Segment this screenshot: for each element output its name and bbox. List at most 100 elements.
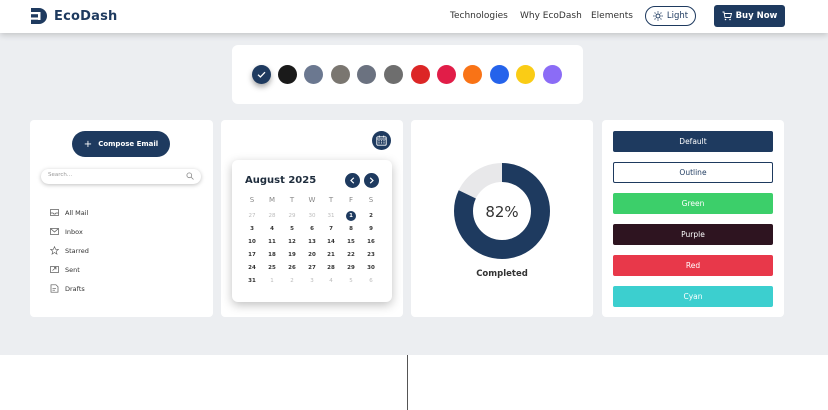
calendar-day[interactable]: 28 <box>321 265 341 271</box>
color-swatch[interactable] <box>516 65 535 84</box>
calendar-day[interactable]: 5 <box>282 226 302 232</box>
calendar-day[interactable]: 22 <box>341 252 361 258</box>
logo-icon <box>29 8 47 24</box>
divider-line <box>407 355 408 410</box>
calendar-day[interactable]: 26 <box>282 265 302 271</box>
calendar-day[interactable]: 27 <box>242 213 262 219</box>
nav-link-why-ecodash[interactable]: Why EcoDash <box>520 11 582 21</box>
color-swatch[interactable] <box>437 65 456 84</box>
purple-button[interactable]: Purple <box>613 224 773 245</box>
mail-folder-label: Sent <box>65 265 80 274</box>
mail-folder-sent[interactable]: Sent <box>50 265 80 274</box>
calendar-day[interactable]: 27 <box>302 265 322 271</box>
chevron-left-icon <box>350 177 355 184</box>
calendar-day[interactable]: 6 <box>361 278 381 284</box>
chevron-right-icon <box>369 177 374 184</box>
default-button[interactable]: Default <box>613 131 773 152</box>
mail-folder-drafts[interactable]: Drafts <box>50 284 85 293</box>
calendar-day[interactable]: 2 <box>282 278 302 284</box>
calendar-day[interactable]: 3 <box>302 278 322 284</box>
calendar-month-title: August 2025 <box>245 175 317 186</box>
check-icon <box>257 71 266 78</box>
color-swatch[interactable] <box>411 65 430 84</box>
color-swatch[interactable] <box>278 65 297 84</box>
mail-folder-label: Inbox <box>65 227 83 236</box>
calendar-day[interactable]: 20 <box>302 252 322 258</box>
calendar-day[interactable]: 4 <box>262 226 282 232</box>
send-icon <box>50 266 59 273</box>
calendar-day[interactable]: 6 <box>302 226 322 232</box>
mail-folder-label: All Mail <box>65 208 89 217</box>
calendar-day[interactable]: 30 <box>361 265 381 271</box>
nav-link-technologies[interactable]: Technologies <box>450 11 508 21</box>
calendar-day[interactable]: 10 <box>242 239 262 245</box>
color-swatch[interactable] <box>357 65 376 84</box>
calendar-day[interactable]: 4 <box>321 278 341 284</box>
cart-icon <box>722 11 732 21</box>
calendar-day[interactable]: 29 <box>341 265 361 271</box>
sun-icon <box>653 11 663 21</box>
weekday-label: S <box>368 196 374 204</box>
calendar-day[interactable]: 19 <box>282 252 302 258</box>
calendar-day[interactable]: 1 <box>262 278 282 284</box>
calendar-day[interactable]: 12 <box>282 239 302 245</box>
color-swatch[interactable] <box>543 65 562 84</box>
calendar-day[interactable]: 21 <box>321 252 341 258</box>
draft-icon <box>50 284 59 293</box>
weekday-label: T <box>328 196 334 204</box>
red-button[interactable]: Red <box>613 255 773 276</box>
calendar-day[interactable]: 17 <box>242 252 262 258</box>
calendar-day-selected[interactable]: 1 <box>341 213 361 219</box>
calendar-day[interactable]: 25 <box>262 265 282 271</box>
calendar-day[interactable]: 29 <box>282 213 302 219</box>
calendar-day[interactable]: 16 <box>361 239 381 245</box>
weekday-label: M <box>268 196 276 204</box>
weekday-label: T <box>289 196 295 204</box>
calendar-day[interactable]: 31 <box>321 213 341 219</box>
calendar-day[interactable]: 18 <box>262 252 282 258</box>
calendar-next-button[interactable] <box>364 173 379 188</box>
calendar-day[interactable]: 30 <box>302 213 322 219</box>
calendar-day[interactable]: 11 <box>262 239 282 245</box>
calendar-day[interactable]: 7 <box>321 226 341 232</box>
calendar-day[interactable]: 5 <box>341 278 361 284</box>
nav-link-elements[interactable]: Elements <box>591 11 633 21</box>
green-button[interactable]: Green <box>613 193 773 214</box>
theme-toggle-button[interactable]: Light <box>645 6 696 26</box>
plus-icon: + <box>83 138 93 150</box>
mail-folder-all-mail[interactable]: All Mail <box>50 208 88 217</box>
calendar-day[interactable]: 2 <box>361 213 381 219</box>
calendar-day[interactable]: 24 <box>242 265 262 271</box>
color-swatch[interactable] <box>252 65 271 84</box>
calendar-day[interactable]: 14 <box>321 239 341 245</box>
calendar-day[interactable]: 8 <box>341 226 361 232</box>
calendar-day[interactable]: 3 <box>242 226 262 232</box>
mail-search-input[interactable]: Search... <box>41 169 201 184</box>
color-swatch[interactable] <box>331 65 350 84</box>
calendar-day[interactable]: 15 <box>341 239 361 245</box>
progress-caption: Completed <box>476 269 528 279</box>
calendar-toggle-button[interactable] <box>372 131 391 150</box>
color-swatch[interactable] <box>384 65 403 84</box>
calendar-day[interactable]: 13 <box>302 239 322 245</box>
calendar-day[interactable]: 9 <box>361 226 381 232</box>
calendar-day[interactable]: 31 <box>242 278 262 284</box>
outline-button[interactable]: Outline <box>613 162 773 183</box>
calendar-icon <box>376 135 387 146</box>
buy-now-button[interactable]: Buy Now <box>714 5 785 27</box>
mail-folder-starred[interactable]: Starred <box>50 246 89 255</box>
mail-folder-inbox[interactable]: Inbox <box>50 227 83 236</box>
color-swatch[interactable] <box>490 65 509 84</box>
calendar-prev-button[interactable] <box>345 173 360 188</box>
color-swatch[interactable] <box>463 65 482 84</box>
cyan-button[interactable]: Cyan <box>613 286 773 307</box>
calendar-day[interactable]: 28 <box>262 213 282 219</box>
compose-email-button[interactable]: + Compose Email <box>72 131 170 157</box>
brand-name: EcoDash <box>54 8 118 24</box>
color-swatch[interactable] <box>304 65 323 84</box>
buy-now-label: Buy Now <box>735 11 778 21</box>
calendar-day[interactable]: 23 <box>361 252 381 258</box>
weekday-label: S <box>249 196 255 204</box>
brand-logo[interactable]: EcoDash <box>29 7 117 25</box>
weekday-label: W <box>308 196 316 204</box>
